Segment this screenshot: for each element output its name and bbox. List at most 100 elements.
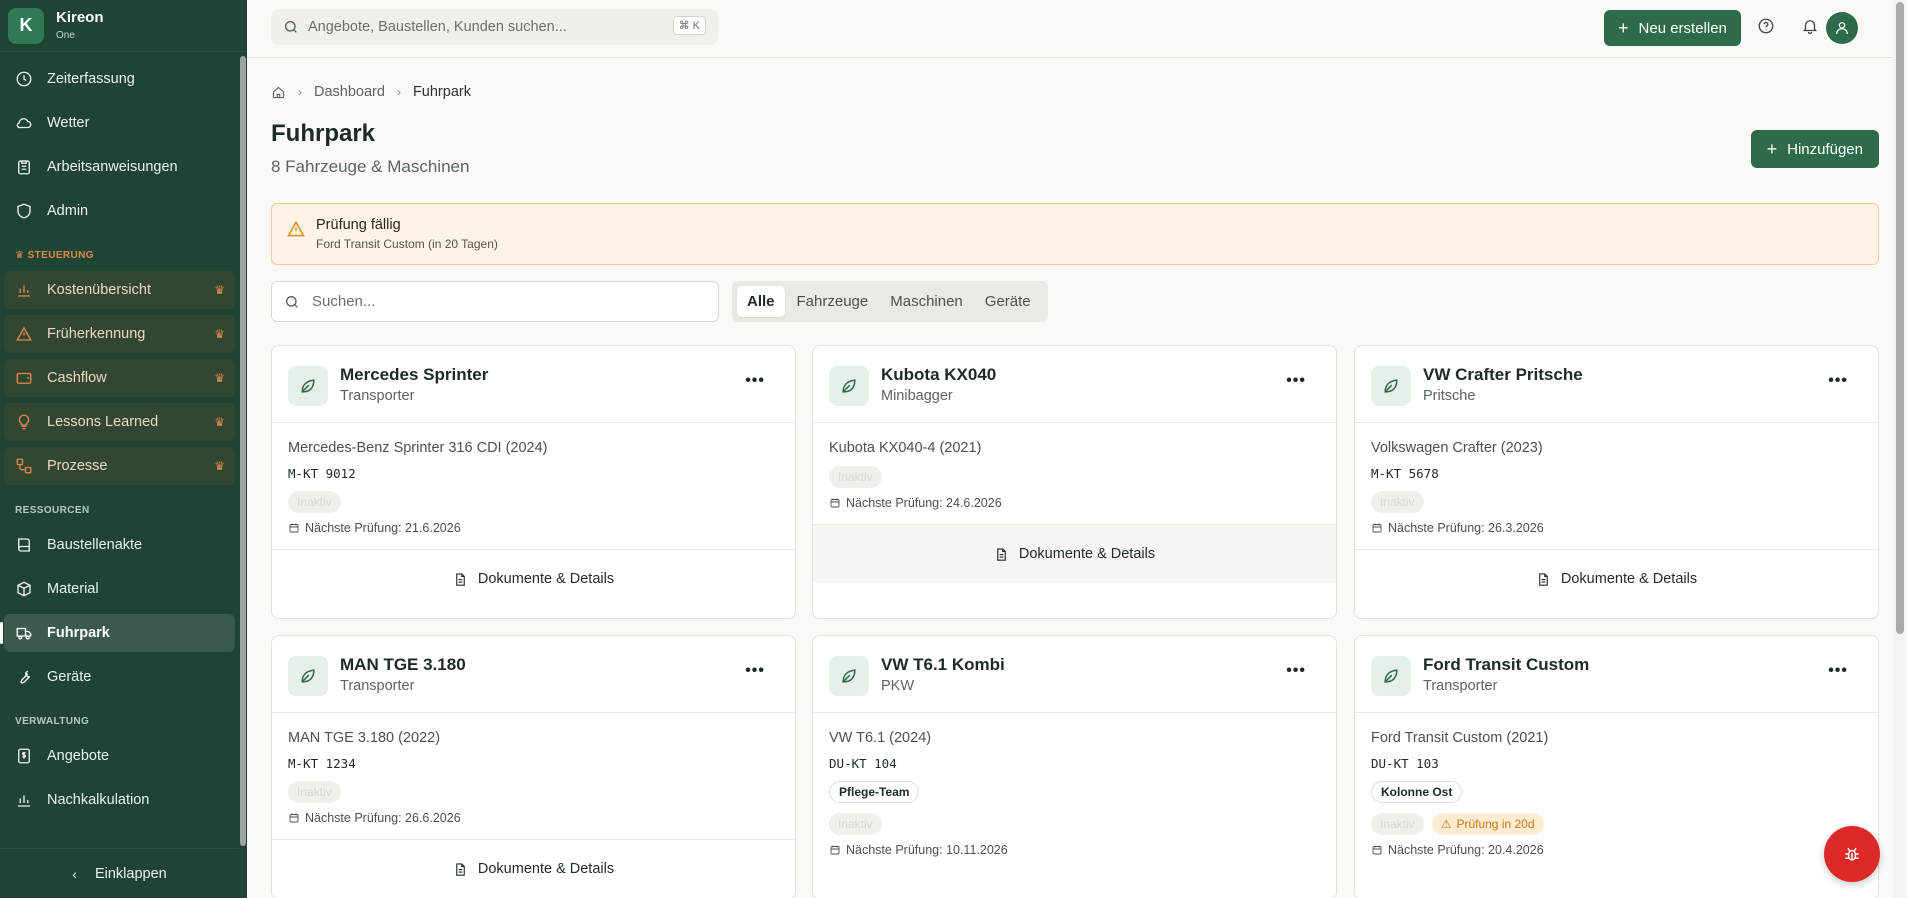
shield-icon [14, 201, 34, 221]
inspection-due-badge: ⚠ Prüfung in 20d [1431, 813, 1544, 835]
vehicle-type: Pritsche [1423, 388, 1476, 404]
crown-icon: ♛ [214, 415, 225, 429]
package-icon [14, 579, 34, 599]
tab-alle[interactable]: Alle [737, 286, 785, 317]
search-shortcut: ⌘ K [672, 16, 706, 35]
next-inspection: Nächste Prüfung: 10.11.2026 [829, 843, 1320, 857]
crown-icon: ♛ [15, 250, 25, 261]
home-icon[interactable] [271, 85, 286, 100]
sidebar-item-label: Früherkennung [47, 326, 146, 342]
avatar[interactable] [1826, 12, 1858, 44]
sidebar-item-label: Angebote [47, 748, 110, 764]
collapse-sidebar-button[interactable]: ‹ Einklappen [0, 848, 239, 898]
section-ressourcen: RESSOURCEN [15, 505, 90, 516]
sidebar-item-label: Arbeitsanweisungen [47, 159, 178, 175]
document-icon [456, 572, 465, 586]
sidebar-item-arbeitsanweisungen[interactable]: Arbeitsanweisungen [4, 148, 235, 186]
crown-icon: ♛ [214, 327, 225, 341]
document-icon [997, 547, 1006, 561]
new-button[interactable]: + Neu erstellen [1604, 10, 1741, 46]
vehicle-card[interactable]: VW Crafter Pritsche Pritsche ••• Volkswa… [1354, 345, 1879, 619]
sidebar-scrollbar[interactable] [239, 56, 247, 846]
vehicle-type: Transporter [1423, 678, 1498, 694]
sidebar-item-lessons-learned[interactable]: Lessons Learned ♛ [4, 403, 235, 441]
sidebar-item-prozesse[interactable]: Prozesse ♛ [4, 447, 235, 485]
help-icon[interactable] [1757, 17, 1775, 35]
category-tabs: Alle Fahrzeuge Maschinen Geräte [732, 281, 1048, 322]
vehicle-model: VW T6.1 (2024) [829, 730, 932, 746]
breadcrumb-current: Fuhrpark [412, 84, 471, 100]
brand[interactable]: K Kireon One [0, 0, 247, 52]
vehicle-card[interactable]: Mercedes Sprinter Transporter ••• Merced… [271, 345, 796, 619]
documents-details-button[interactable]: Dokumente & Details [272, 839, 795, 898]
vehicle-card[interactable]: Kubota KX040 Minibagger ••• Kubota KX040… [812, 345, 1337, 619]
vehicle-card[interactable]: VW T6.1 Kombi PKW ••• VW T6.1 (2024) DU-… [812, 635, 1337, 898]
sidebar-item-label: Lessons Learned [47, 414, 159, 430]
sidebar-item-cashflow[interactable]: Cashflow ♛ [4, 359, 235, 397]
sidebar-item-kostenuebersicht[interactable]: Kostenübersicht ♛ [4, 271, 235, 309]
more-options-icon[interactable]: ••• [745, 372, 765, 390]
crown-icon: ♛ [214, 459, 225, 473]
bug-report-button[interactable] [1824, 826, 1880, 882]
breadcrumb-dashboard[interactable]: Dashboard [314, 84, 385, 100]
brand-name: Kireon [56, 9, 104, 27]
tab-maschinen[interactable]: Maschinen [880, 286, 973, 317]
vehicle-type: Minibagger [881, 388, 953, 404]
bar-chart-icon [14, 790, 34, 810]
chevron-right-icon: › [298, 85, 302, 99]
sidebar-item-label: Kostenübersicht [47, 282, 151, 298]
next-inspection: Nächste Prüfung: 26.3.2026 [1371, 521, 1862, 535]
more-options-icon[interactable]: ••• [745, 662, 765, 680]
sidebar-item-geraete[interactable]: Geräte [4, 658, 235, 696]
calendar-icon [830, 845, 840, 855]
sidebar-item-nachkalkulation[interactable]: Nachkalkulation [4, 781, 235, 819]
sidebar-item-angebote[interactable]: Angebote [4, 737, 235, 775]
status-badge: Inaktiv [288, 781, 341, 803]
vehicle-type: Transporter [340, 678, 415, 694]
topbar: Angebote, Baustellen, Kunden suchen... ⌘… [247, 0, 1907, 58]
sidebar-item-label: Baustellenakte [47, 537, 143, 553]
document-icon [456, 862, 465, 876]
sidebar-item-material[interactable]: Material [4, 570, 235, 608]
alert-title: Prüfung fällig [316, 217, 401, 233]
status-badge: Inaktiv [829, 813, 882, 835]
sidebar-item-fuhrpark[interactable]: Fuhrpark [0, 614, 235, 652]
calendar-icon [289, 813, 299, 823]
documents-details-button[interactable]: Dokumente & Details [272, 549, 795, 608]
warning-icon: ⚠ [1440, 817, 1452, 831]
license-plate: M-KT 9012 [288, 466, 356, 481]
more-options-icon[interactable]: ••• [1828, 662, 1848, 680]
documents-details-button[interactable]: Dokumente & Details [1355, 549, 1878, 608]
tab-geraete[interactable]: Geräte [975, 286, 1041, 317]
sidebar-item-label: Prozesse [47, 458, 108, 474]
status-badge: Inaktiv [829, 466, 882, 488]
leaf-icon [1371, 656, 1411, 696]
warning-icon [286, 219, 306, 239]
sidebar-item-label: Material [47, 581, 99, 597]
calendar-icon [289, 523, 299, 533]
vehicle-card[interactable]: MAN TGE 3.180 Transporter ••• MAN TGE 3.… [271, 635, 796, 898]
vehicle-type: Transporter [340, 388, 415, 404]
vehicle-title: VW T6.1 Kombi [881, 655, 1005, 674]
vehicle-search-input[interactable]: Suchen... [271, 281, 719, 322]
collapse-label: Einklappen [94, 865, 167, 882]
sidebar-item-frueherkennung[interactable]: Früherkennung ♛ [4, 315, 235, 353]
vehicle-card[interactable]: Ford Transit Custom Transporter ••• Ford… [1354, 635, 1879, 898]
tab-fahrzeuge[interactable]: Fahrzeuge [787, 286, 879, 317]
chevron-right-icon: › [396, 85, 401, 99]
sidebar-item-wetter[interactable]: Wetter [4, 104, 235, 142]
bell-icon[interactable] [1801, 17, 1819, 35]
global-search-input[interactable]: Angebote, Baustellen, Kunden suchen... ⌘… [271, 9, 718, 45]
page-scrollbar[interactable] [1893, 0, 1907, 898]
cloud-icon [14, 113, 34, 133]
vehicle-title: Mercedes Sprinter [340, 365, 489, 384]
add-vehicle-button[interactable]: + Hinzufügen [1750, 130, 1879, 168]
sidebar-item-admin[interactable]: Admin [4, 192, 235, 230]
sidebar-item-zeiterfassung[interactable]: Zeiterfassung [4, 60, 235, 98]
status-badge: Inaktiv [1371, 813, 1424, 835]
documents-details-button[interactable]: Dokumente & Details [813, 524, 1336, 583]
sidebar-item-baustellenakte[interactable]: Baustellenakte [4, 526, 235, 564]
more-options-icon[interactable]: ••• [1286, 662, 1306, 680]
more-options-icon[interactable]: ••• [1286, 372, 1306, 390]
more-options-icon[interactable]: ••• [1828, 372, 1848, 390]
